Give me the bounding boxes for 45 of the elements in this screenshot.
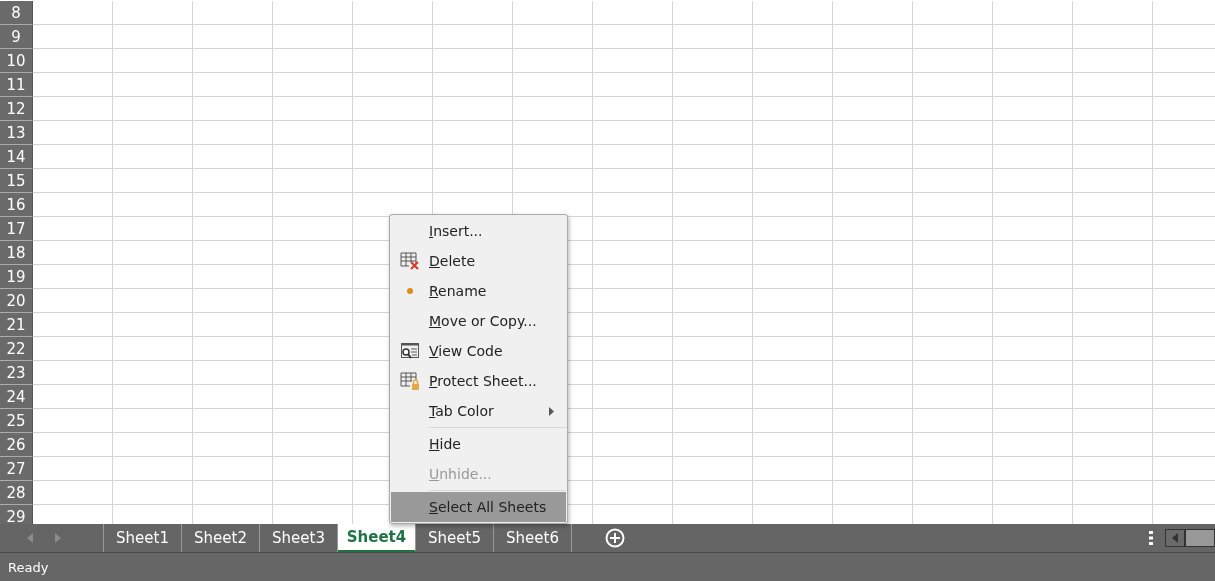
row-header[interactable]: 22 <box>0 337 33 361</box>
grid-lock-icon <box>400 372 420 390</box>
scroll-left-icon[interactable] <box>27 533 33 543</box>
scroll-left-icon[interactable] <box>1172 533 1178 543</box>
row-header[interactable]: 23 <box>0 361 33 385</box>
sheet-tab[interactable]: Sheet2 <box>182 524 260 552</box>
menu-item[interactable]: Select All Sheets <box>391 492 566 522</box>
menu-item[interactable]: Insert... <box>391 216 566 246</box>
row-header[interactable]: 10 <box>0 49 33 73</box>
row-header[interactable]: 21 <box>0 313 33 337</box>
menu-item[interactable]: Rename <box>391 276 566 306</box>
horizontal-scrollbar[interactable] <box>1165 529 1215 547</box>
row-header[interactable]: 12 <box>0 97 33 121</box>
row-header[interactable]: 27 <box>0 457 33 481</box>
menu-item[interactable]: Move or Copy... <box>391 306 566 336</box>
menu-item[interactable]: View Code <box>391 336 566 366</box>
row-header[interactable]: 19 <box>0 265 33 289</box>
scroll-right-icon[interactable] <box>55 533 61 543</box>
grid-delete-icon <box>400 252 420 270</box>
row-header[interactable]: 14 <box>0 145 33 169</box>
row-header[interactable]: 29 <box>0 505 33 524</box>
more-icon[interactable] <box>1149 531 1153 545</box>
row-header[interactable]: 18 <box>0 241 33 265</box>
status-text: Ready <box>8 559 49 575</box>
row-header[interactable]: 11 <box>0 73 33 97</box>
row-header[interactable]: 13 <box>0 121 33 145</box>
row-header[interactable]: 8 <box>0 1 33 25</box>
row-header[interactable]: 28 <box>0 481 33 505</box>
sheet-tab[interactable]: Sheet4 <box>338 524 416 552</box>
menu-item[interactable]: Hide <box>391 429 566 459</box>
dot-icon <box>407 288 413 294</box>
view-code-icon <box>400 342 420 360</box>
row-header[interactable]: 9 <box>0 25 33 49</box>
menu-item[interactable]: Delete <box>391 246 566 276</box>
sheet-tab[interactable]: Sheet1 <box>104 524 182 552</box>
row-header[interactable]: 24 <box>0 385 33 409</box>
row-header[interactable]: 26 <box>0 433 33 457</box>
menu-item[interactable]: Protect Sheet... <box>391 366 566 396</box>
row-header[interactable]: 20 <box>0 289 33 313</box>
row-header[interactable]: 17 <box>0 217 33 241</box>
menu-item[interactable]: Tab Color <box>391 396 566 426</box>
row-header[interactable]: 15 <box>0 169 33 193</box>
row-header[interactable]: 16 <box>0 193 33 217</box>
row-header[interactable]: 25 <box>0 409 33 433</box>
add-sheet-icon[interactable] <box>605 528 625 548</box>
